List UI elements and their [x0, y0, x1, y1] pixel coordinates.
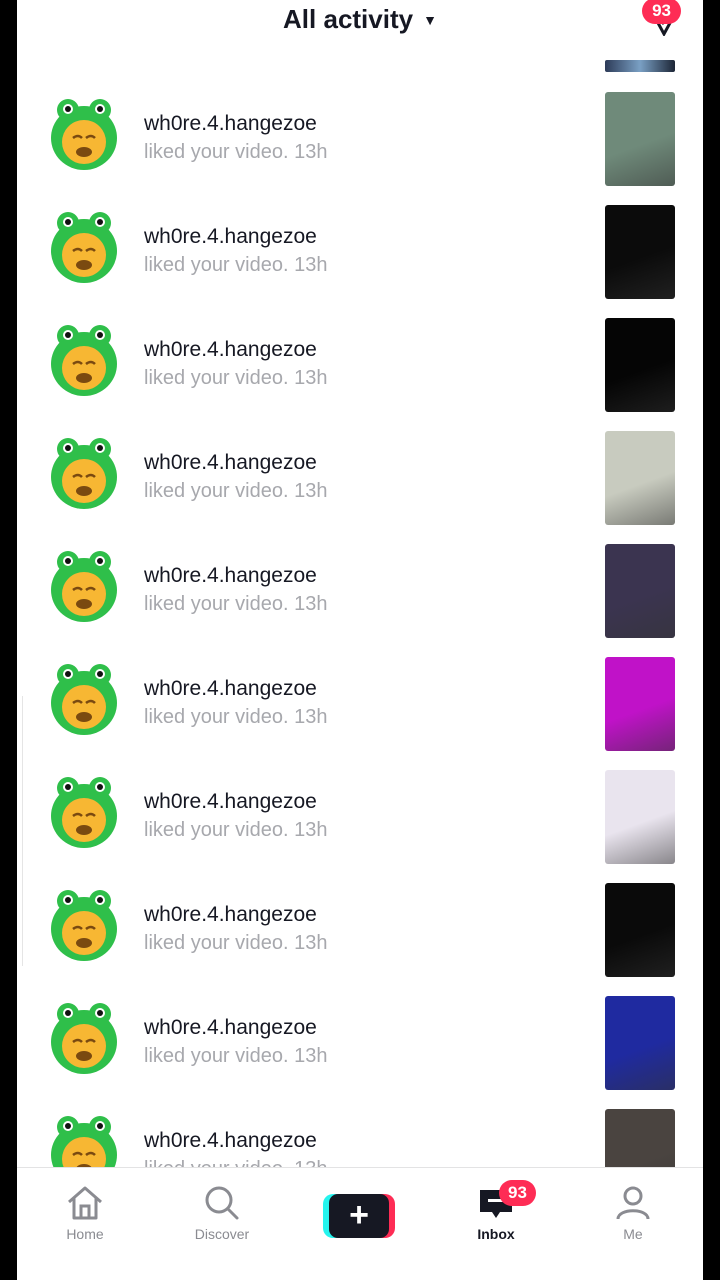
frog-avatar[interactable]	[50, 1002, 118, 1076]
header: All activity ▼ 93	[17, 0, 703, 44]
plus-icon: +	[329, 1194, 389, 1238]
notification-row[interactable]: wh0re.4.hangezoe liked your video. 13h	[17, 92, 703, 205]
frog-avatar[interactable]	[50, 98, 118, 172]
home-icon	[68, 1186, 102, 1220]
tab-home[interactable]: Home	[35, 1184, 135, 1242]
tab-me[interactable]: Me	[583, 1184, 683, 1242]
frog-avatar[interactable]	[50, 211, 118, 285]
notification-row[interactable]: wh0re.4.hangezoe liked your video. 13h	[17, 431, 703, 544]
notification-row[interactable]: wh0re.4.hangezoe liked your video. 13h	[17, 657, 703, 770]
notification-row[interactable]: wh0re.4.hangezoe liked your video. 13h	[17, 996, 703, 1109]
video-thumbnail[interactable]	[605, 657, 675, 751]
activity-text: liked your video. 13h	[144, 367, 328, 389]
notification-row[interactable]: wh0re.4.hangezoe liked your video. 13h	[17, 318, 703, 431]
username[interactable]: wh0re.4.hangezoe	[144, 790, 317, 814]
create-video-button[interactable]: +	[323, 1194, 395, 1238]
video-thumbnail[interactable]	[605, 60, 675, 72]
inbox-count-badge: 93	[499, 1180, 536, 1206]
tab-me-label: Me	[623, 1226, 643, 1242]
username[interactable]: wh0re.4.hangezoe	[144, 225, 317, 249]
activity-filter-dropdown[interactable]: All activity ▼	[283, 0, 437, 35]
caret-down-icon: ▼	[423, 11, 437, 28]
video-thumbnail[interactable]	[605, 883, 675, 977]
activity-text: liked your video. 13h	[144, 254, 328, 276]
username[interactable]: wh0re.4.hangezoe	[144, 1016, 317, 1040]
frog-avatar[interactable]	[50, 437, 118, 511]
activity-text: liked your video. 13h	[144, 141, 328, 163]
tab-discover-label: Discover	[194, 1226, 250, 1242]
activity-text: liked your video. 13h	[144, 706, 328, 728]
video-thumbnail[interactable]	[605, 318, 675, 412]
notification-list: wh0re.4.hangezoe liked your video. 13h wh0…	[17, 92, 703, 1222]
username[interactable]: wh0re.4.hangezoe	[144, 903, 317, 927]
page-title: All activity	[283, 4, 414, 34]
notification-row[interactable]: wh0re.4.hangezoe liked your video. 13h	[17, 205, 703, 318]
tab-home-label: Home	[66, 1226, 104, 1242]
activity-text: liked your video. 13h	[144, 593, 328, 615]
video-thumbnail[interactable]	[605, 431, 675, 525]
notification-row[interactable]: wh0re.4.hangezoe liked your video. 13h	[17, 544, 703, 657]
frog-avatar[interactable]	[50, 889, 118, 963]
frog-avatar[interactable]	[50, 550, 118, 624]
activity-text: liked your video. 13h	[144, 819, 328, 841]
tab-inbox-label: Inbox	[477, 1226, 515, 1242]
username[interactable]: wh0re.4.hangezoe	[144, 338, 317, 362]
video-thumbnail[interactable]	[605, 544, 675, 638]
bottom-tab-bar: Home Discover + 93 Inbox Me	[17, 1167, 703, 1280]
tab-discover[interactable]: Discover	[172, 1184, 272, 1242]
dm-count-badge: 93	[642, 0, 681, 24]
frog-avatar[interactable]	[50, 663, 118, 737]
video-thumbnail[interactable]	[605, 92, 675, 186]
username[interactable]: wh0re.4.hangezoe	[144, 451, 317, 475]
activity-screen: All activity ▼ 93 wh0re.4.hangezoe liked …	[17, 0, 703, 1280]
video-thumbnail[interactable]	[605, 770, 675, 864]
notification-row[interactable]: wh0re.4.hangezoe liked your video. 13h	[17, 883, 703, 996]
activity-text: liked your video. 13h	[144, 932, 328, 954]
search-icon	[205, 1186, 239, 1220]
direct-messages-button[interactable]: 93	[642, 0, 681, 38]
scroll-track	[17, 696, 23, 966]
activity-text: liked your video. 13h	[144, 480, 328, 502]
frog-avatar[interactable]	[50, 324, 118, 398]
video-thumbnail[interactable]	[605, 205, 675, 299]
notification-row[interactable]: wh0re.4.hangezoe liked your video. 13h	[17, 770, 703, 883]
username[interactable]: wh0re.4.hangezoe	[144, 1129, 317, 1153]
frog-avatar[interactable]	[50, 776, 118, 850]
activity-text: liked your video. 13h	[144, 1045, 328, 1067]
username[interactable]: wh0re.4.hangezoe	[144, 112, 317, 136]
username[interactable]: wh0re.4.hangezoe	[144, 677, 317, 701]
username[interactable]: wh0re.4.hangezoe	[144, 564, 317, 588]
profile-icon	[616, 1186, 650, 1220]
video-thumbnail[interactable]	[605, 996, 675, 1090]
